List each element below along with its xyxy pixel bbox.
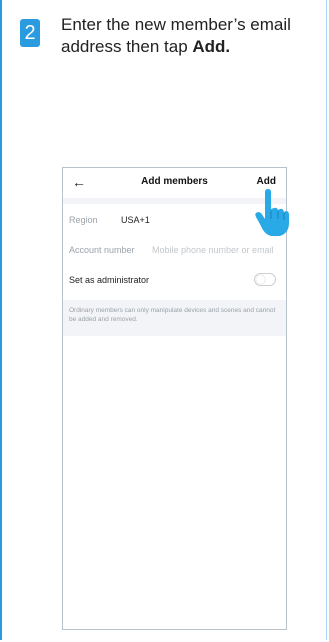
account-number-input[interactable]: Mobile phone number or email — [152, 245, 274, 255]
info-note-box: Ordinary members can only manipulate dev… — [63, 300, 286, 336]
add-button[interactable]: Add — [257, 176, 276, 187]
page-title: Add members — [141, 176, 208, 187]
region-value[interactable]: USA+1 — [121, 215, 150, 225]
instruction-action-word: Add. — [192, 37, 231, 56]
toggle-knob — [256, 275, 265, 284]
info-note: Ordinary members can only manipulate dev… — [69, 307, 276, 323]
account-row: Account number Mobile phone number or em… — [63, 240, 286, 260]
instruction-text-prefix: Enter the new member’s email address the… — [61, 15, 291, 56]
pointing-hand-icon — [255, 189, 289, 236]
region-label: Region — [69, 215, 98, 225]
instruction-text: Enter the new member’s email address the… — [61, 14, 311, 58]
administrator-toggle[interactable] — [254, 273, 276, 286]
account-label: Account number — [69, 245, 135, 255]
step-number-badge: 2 — [20, 19, 40, 47]
admin-label: Set as administrator — [69, 275, 150, 285]
admin-row: Set as administrator — [63, 270, 286, 290]
